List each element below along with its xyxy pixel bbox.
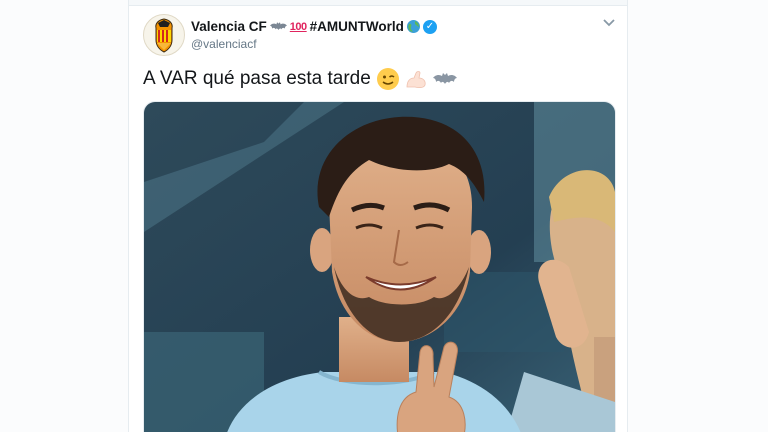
card-top-border [129, 0, 627, 6]
photo-of-smiling-player-icon [144, 102, 615, 432]
bat-icon [269, 22, 287, 31]
tweet-text: A VAR qué pasa esta tarde [143, 68, 457, 90]
tweet-handle[interactable]: @valenciacf [191, 37, 257, 51]
tweet-media-photo[interactable] [143, 101, 616, 432]
hashtag[interactable]: #AMUNTWorld [310, 19, 404, 34]
tweet-author-line[interactable]: Valencia CF 100 #AMUNTWorld ✓ [191, 19, 437, 34]
avatar[interactable] [143, 14, 185, 56]
hundred-points-emoji: 100 [289, 20, 307, 33]
verified-badge-icon: ✓ [422, 19, 437, 34]
tweet-card[interactable]: Valencia CF 100 #AMUNTWorld ✓ @valenciac… [128, 0, 628, 432]
chevron-down-icon[interactable] [603, 18, 615, 30]
winking-face-emoji [376, 68, 399, 90]
tweet-body: A VAR qué pasa esta tarde [143, 68, 371, 89]
display-name[interactable]: Valencia CF [191, 19, 267, 34]
bat-icon [432, 71, 457, 87]
valencia-crest-icon [155, 18, 173, 53]
flexed-biceps-emoji [405, 69, 427, 89]
globe-icon [406, 20, 420, 33]
